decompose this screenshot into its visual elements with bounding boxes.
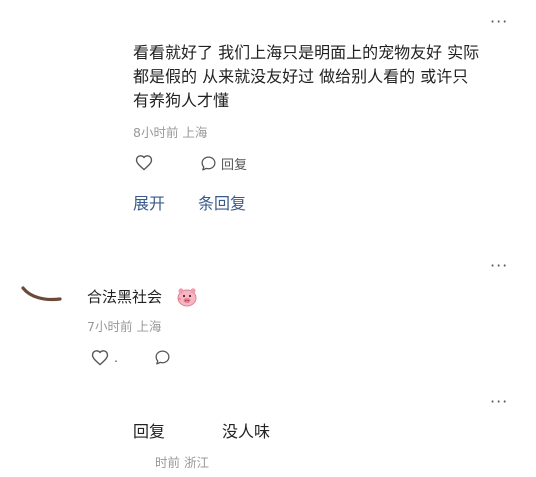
comment1-like-button[interactable]	[135, 154, 153, 171]
comment1-reply-count-link[interactable]: 条回复	[198, 194, 246, 214]
pig-face-sticker-icon	[176, 287, 198, 311]
comment1-more-icon[interactable]: ···	[490, 14, 508, 30]
comment3-reply-label[interactable]: 回复	[133, 422, 165, 442]
speech-bubble-icon	[200, 155, 217, 172]
comment2-reply-button[interactable]	[154, 349, 171, 366]
comment2-avatar[interactable]	[20, 282, 64, 308]
comment3-text: 没人味	[222, 422, 271, 441]
heart-icon	[135, 154, 153, 171]
comment1-reply-label: 回复	[221, 158, 248, 173]
comment2-like-count: .	[114, 350, 118, 365]
comment1-meta: 8小时前 上海	[133, 125, 208, 140]
comment1-expand-link[interactable]: 展开	[133, 194, 165, 214]
comment3-meta: 时前 浙江	[155, 455, 209, 470]
comment3-more-icon[interactable]: ···	[490, 394, 508, 410]
comment2-username[interactable]: 合法黑社会	[87, 287, 162, 307]
comment1-text-line-1: 看看就好了 我们上海只是明面上的宠物友好 实际	[133, 43, 480, 62]
comment2-more-icon[interactable]: ···	[490, 258, 508, 274]
comment2-meta: 7小时前 上海	[87, 319, 162, 334]
speech-bubble-icon	[154, 349, 171, 366]
heart-icon	[91, 349, 109, 366]
comment1-text-line-2: 都是假的 从来就没友好过 做给别人看的 或许只	[133, 67, 469, 86]
comment1-text-line-3: 有养狗人才懂	[133, 91, 230, 110]
comment1-text: 看看就好了 我们上海只是明面上的宠物友好 实际 都是假的 从来就没友好过 做给别…	[133, 41, 523, 113]
comment1-reply-button[interactable]: 回复	[200, 154, 247, 173]
comment2-like-button[interactable]	[91, 349, 109, 366]
